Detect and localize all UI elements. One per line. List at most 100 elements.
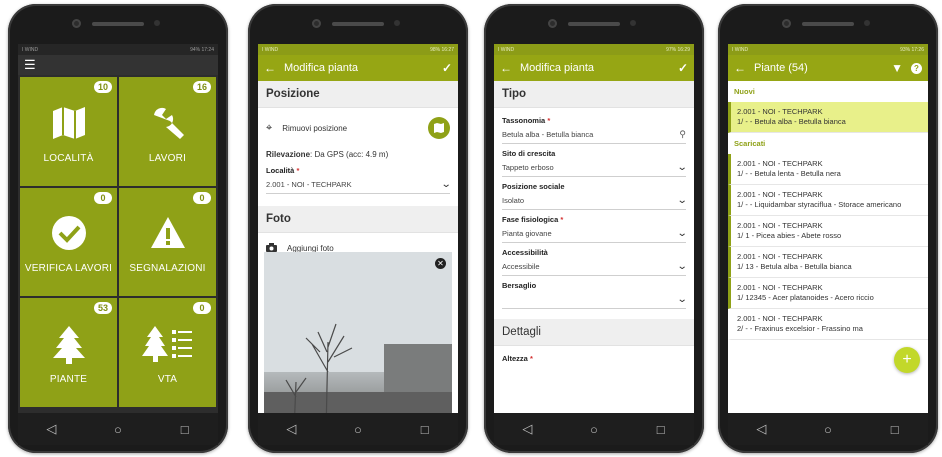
- hamburger-menu-icon[interactable]: ☰: [24, 57, 36, 72]
- front-camera: [312, 19, 321, 28]
- home-icon[interactable]: ○: [108, 422, 128, 437]
- phone-edit-position: I WIND 98% 16:27 ← Modifica pianta ✓ Pos…: [248, 4, 468, 453]
- chevron-down-icon: ⌄: [676, 162, 688, 173]
- item-species: 2/ - - Fraxinus excelsior - Frassino ma: [737, 324, 863, 333]
- tile-label: SEGNALAZIONI: [129, 263, 206, 275]
- item-species: 1/ 1 - Picea abies - Abete rosso: [737, 231, 842, 240]
- site-value: Tappeto erboso: [502, 163, 554, 172]
- edit-type-screen: I WIND 97% 16:29 ← Modifica pianta ✓ Tip…: [494, 44, 694, 413]
- confirm-check-icon[interactable]: ✓: [442, 61, 452, 75]
- tile-label: LOCALITÀ: [43, 152, 94, 164]
- item-species: 1/ 13 - Betula alba - Betulla bianca: [737, 262, 852, 271]
- item-locality: 2.001 - NOI - TECHPARK: [737, 190, 823, 199]
- locality-label: Località *: [266, 166, 300, 175]
- tree-icon: [52, 320, 86, 368]
- phone-plant-list: I WIND 93% 17:26 ← Piante (54) ▼ ? Nuovi…: [718, 4, 938, 453]
- search-icon[interactable]: ⚲: [679, 129, 686, 140]
- phase-label: Fase fisiologica *: [502, 215, 564, 224]
- section-header-type: Tipo: [494, 81, 694, 108]
- list-item[interactable]: 2.001 - NOI - TECHPARK 1/ - - Betula len…: [728, 154, 928, 185]
- back-arrow-icon[interactable]: ←: [264, 61, 276, 75]
- plant-list-screen: I WIND 93% 17:26 ← Piante (54) ▼ ? Nuovi…: [728, 44, 928, 413]
- system-nav-bar: ◁ ○ □: [258, 413, 458, 445]
- locality-select[interactable]: 2.001 - NOI - TECHPARK ⌄: [266, 177, 452, 194]
- sensor: [394, 20, 400, 26]
- back-icon[interactable]: ◁: [517, 421, 537, 437]
- phone-top-bezel: [484, 4, 704, 44]
- confirm-check-icon[interactable]: ✓: [678, 61, 688, 75]
- list-item[interactable]: 2.001 - NOI - TECHPARK 1/ 1 - Picea abie…: [728, 216, 928, 247]
- carrier-text: I WIND: [498, 46, 515, 53]
- social-position-select[interactable]: Isolato ⌄: [502, 193, 688, 210]
- add-plant-button[interactable]: +: [894, 347, 920, 373]
- home-icon[interactable]: ○: [818, 422, 838, 437]
- status-bar: I WIND 98% 16:27: [258, 44, 458, 55]
- target-select[interactable]: ⌄: [502, 292, 687, 309]
- section-header-photo: Foto: [258, 206, 458, 233]
- remove-position-label: Rimuovi posizione: [282, 123, 348, 133]
- phase-label-text: Fase fisiologica: [502, 215, 559, 224]
- tile-label: VERIFICA LAVORI: [24, 263, 113, 275]
- map-icon: [49, 99, 89, 147]
- item-species: 1/ 12345 - Acer platanoides - Acero ricc…: [737, 293, 874, 302]
- back-icon[interactable]: ◁: [751, 421, 771, 437]
- item-locality: 2.001 - NOI - TECHPARK: [737, 314, 823, 323]
- recents-icon[interactable]: □: [175, 422, 195, 437]
- list-item[interactable]: 2.001 - NOI - TECHPARK 1/ 12345 - Acer p…: [728, 278, 928, 309]
- wrench-icon: [148, 99, 188, 147]
- carrier-text: I WIND: [262, 46, 279, 53]
- chevron-down-icon: ⌄: [676, 228, 688, 239]
- taxonomy-label: Tassonomia *: [502, 116, 551, 125]
- tile-segnalazioni[interactable]: 0 SEGNALAZIONI: [119, 187, 216, 297]
- phase-select[interactable]: Pianta giovane ⌄: [502, 226, 688, 243]
- list-item[interactable]: 2.001 - NOI - TECHPARK 1/ 13 - Betula al…: [728, 247, 928, 278]
- tile-vta[interactable]: 0 VTA: [119, 298, 216, 407]
- list-item[interactable]: 2.001 - NOI - TECHPARK 1/ - - Liquidamba…: [728, 185, 928, 216]
- back-arrow-icon[interactable]: ←: [734, 61, 746, 75]
- height-label-text: Altezza: [502, 354, 528, 363]
- back-arrow-icon[interactable]: ←: [500, 61, 512, 75]
- tile-lavori[interactable]: 16 LAVORI: [119, 77, 216, 186]
- height-label: Altezza *: [502, 354, 533, 363]
- list-item[interactable]: 2.001 - NOI - TECHPARK 1/ - - Betula alb…: [728, 102, 928, 133]
- item-locality: 2.001 - NOI - TECHPARK: [737, 283, 823, 292]
- tile-piante[interactable]: 53 PIANTE: [20, 298, 117, 407]
- home-icon[interactable]: ○: [584, 422, 604, 437]
- recents-icon[interactable]: □: [651, 422, 671, 437]
- sensor: [630, 20, 636, 26]
- menu-bar: ☰: [18, 55, 218, 75]
- close-icon[interactable]: ✕: [435, 258, 446, 269]
- accessibility-label: Accessibilità: [502, 248, 548, 257]
- filter-icon[interactable]: ▼: [891, 61, 903, 75]
- tile-localita[interactable]: 10 LOCALITÀ: [20, 77, 117, 186]
- accessibility-select[interactable]: Accessibile ⌄: [502, 259, 687, 276]
- back-icon[interactable]: ◁: [41, 421, 61, 437]
- recents-icon[interactable]: □: [415, 422, 435, 437]
- location-off-icon: ⌖: [266, 121, 273, 134]
- taxonomy-value: Betula alba - Betulla bianca: [502, 130, 594, 139]
- front-camera: [548, 19, 557, 28]
- site-select[interactable]: Tappeto erboso ⌄: [502, 160, 688, 177]
- tree-photo[interactable]: ✕: [264, 252, 452, 413]
- chevron-down-icon: ⌄: [676, 195, 688, 206]
- earpiece: [332, 22, 384, 26]
- photo-content: [264, 252, 452, 413]
- earpiece: [92, 22, 144, 26]
- recents-icon[interactable]: □: [885, 422, 905, 437]
- chevron-down-icon: ⌄: [440, 179, 452, 190]
- phone-edit-type: I WIND 97% 16:29 ← Modifica pianta ✓ Tip…: [484, 4, 704, 453]
- home-icon[interactable]: ○: [348, 422, 368, 437]
- item-locality: 2.001 - NOI - TECHPARK: [737, 252, 823, 261]
- tile-label: PIANTE: [49, 374, 88, 386]
- site-label: Sito di crescita: [502, 149, 556, 158]
- remove-position-row[interactable]: ⌖ Rimuovi posizione: [258, 108, 458, 148]
- battery-time: 97% 16:29: [666, 46, 690, 53]
- count-badge: 10: [94, 81, 112, 93]
- list-item[interactable]: 2.001 - NOI - TECHPARK 2/ - - Fraxinus e…: [728, 309, 928, 340]
- tile-verifica-lavori[interactable]: 0 VERIFICA LAVORI: [20, 187, 117, 297]
- gps-button[interactable]: [428, 117, 450, 139]
- help-icon[interactable]: ?: [911, 62, 922, 74]
- back-icon[interactable]: ◁: [281, 421, 301, 437]
- taxonomy-field[interactable]: Betula alba - Betulla bianca ⚲: [502, 127, 686, 144]
- battery-time: 94% 17:24: [190, 46, 214, 53]
